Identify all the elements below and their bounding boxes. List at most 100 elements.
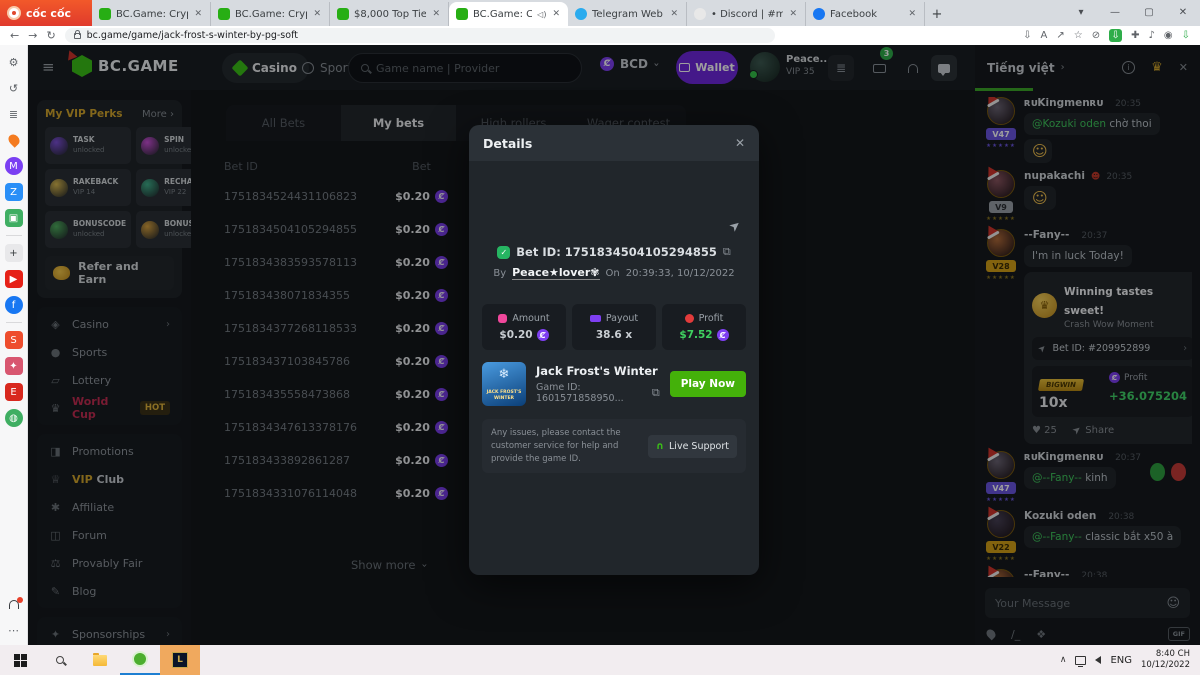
chat-message-input[interactable]: Your Message ☺ bbox=[985, 588, 1190, 618]
chat-username[interactable]: --Fany-- bbox=[1024, 569, 1069, 577]
taskbar-search-icon[interactable] bbox=[40, 645, 80, 675]
more-icon[interactable]: ⋯ bbox=[5, 621, 23, 639]
mail-icon[interactable]: 3 bbox=[866, 55, 892, 81]
translate-icon[interactable]: A bbox=[1041, 30, 1048, 41]
sidebar-item-provably-fair[interactable]: ⚖ Provably Fair bbox=[37, 549, 182, 577]
coin-drop-icon[interactable]: ❖ bbox=[1036, 628, 1046, 641]
modal-close-icon[interactable]: ✕ bbox=[735, 136, 745, 150]
tab-close-icon[interactable]: ✕ bbox=[312, 9, 322, 19]
chat-username[interactable]: ʀᴜKingmenʀᴜ bbox=[1024, 97, 1103, 109]
coccoc-flame-icon[interactable] bbox=[5, 131, 23, 149]
vip-perk-tile[interactable]: RECHARGEVIP 22 bbox=[136, 169, 191, 206]
vip-perk-tile[interactable]: TASKunlocked bbox=[45, 127, 131, 164]
copy-icon[interactable]: ⧉ bbox=[723, 245, 731, 259]
chat-username[interactable]: --Fany-- bbox=[1024, 229, 1069, 241]
reload-icon[interactable]: ↻ bbox=[46, 29, 55, 42]
share-button[interactable]: ➤Share bbox=[1073, 425, 1114, 436]
chat-mention[interactable]: @--Fany-- bbox=[1032, 472, 1082, 484]
share-icon[interactable]: ↗ bbox=[1056, 30, 1064, 41]
volume-icon[interactable] bbox=[1095, 656, 1101, 664]
vip-perk-tile[interactable]: BONUSCODEunlocked bbox=[45, 211, 131, 248]
browser-tab[interactable]: Facebook ◁) ✕ bbox=[806, 2, 925, 26]
sidebar-item-vip-club[interactable]: ♕ VIP Club bbox=[37, 465, 182, 493]
forward-icon[interactable]: → bbox=[28, 29, 37, 42]
reading-list-icon[interactable]: ≣ bbox=[5, 105, 23, 123]
gamepad-icon[interactable]: ▣ bbox=[5, 209, 23, 227]
browser-tab[interactable]: BC.Game: Crypto Cas ◁) ✕ bbox=[449, 2, 568, 26]
bettor-username[interactable]: Peace★lover✾ bbox=[512, 266, 599, 280]
sidebar-item-blog[interactable]: ✎ Blog bbox=[37, 577, 182, 605]
bookmark-star-icon[interactable]: ☆ bbox=[1074, 30, 1083, 41]
gif-button[interactable]: GIF bbox=[1168, 627, 1190, 641]
sidebar-item-promotions[interactable]: ◨ Promotions bbox=[37, 437, 182, 465]
extensions-icon[interactable]: ✚ bbox=[1131, 30, 1139, 41]
chat-username[interactable]: ʀᴜKingmenʀᴜ bbox=[1024, 451, 1103, 463]
language-indicator[interactable]: ENG bbox=[1110, 655, 1132, 666]
avatar[interactable] bbox=[987, 97, 1015, 125]
sidebar-item-world-cup[interactable]: ♛ World Cup HOT bbox=[37, 394, 182, 422]
maximize-button[interactable]: ▢ bbox=[1132, 0, 1166, 26]
chat-toggle-icon[interactable] bbox=[931, 55, 957, 81]
tab-search-icon[interactable]: ▾ bbox=[1064, 0, 1098, 26]
browser-rail-icon[interactable] bbox=[6, 322, 22, 323]
vip-perk-tile[interactable]: RAKEBACKVIP 14 bbox=[45, 169, 131, 206]
browser-tab[interactable]: • Discord | #mod-anno ◁) ✕ bbox=[687, 2, 806, 26]
bets-tab[interactable]: All Bets bbox=[226, 105, 341, 141]
play-now-button[interactable]: Play Now bbox=[670, 371, 746, 397]
browser-tab[interactable]: BC.Game: Crypto Casino ◁) ✕ bbox=[92, 2, 211, 26]
network-icon[interactable] bbox=[1075, 656, 1086, 665]
avatar[interactable] bbox=[987, 229, 1015, 257]
avatar[interactable] bbox=[987, 510, 1015, 538]
live-support-button[interactable]: ∩ Live Support bbox=[648, 435, 737, 458]
notifications-bell-icon[interactable] bbox=[900, 55, 926, 81]
currency-selector[interactable]: Ȼ BCD › bbox=[600, 57, 658, 71]
like-button[interactable]: ♥ 25 bbox=[1032, 425, 1057, 436]
copy-icon[interactable]: ⧉ bbox=[652, 386, 660, 400]
game-app-icon[interactable]: ✦ bbox=[5, 357, 23, 375]
sidebar-item-lottery[interactable]: ▱ Lottery bbox=[37, 366, 182, 394]
tab-close-icon[interactable]: ✕ bbox=[907, 9, 917, 19]
share-icon[interactable]: ➤ bbox=[727, 217, 745, 236]
send-to-device-icon[interactable]: ⇩ bbox=[1023, 30, 1031, 41]
bets-tab[interactable]: My bets bbox=[341, 105, 456, 141]
close-window-button[interactable]: ✕ bbox=[1166, 0, 1200, 26]
tray-expand-icon[interactable]: ∧ bbox=[1060, 655, 1067, 665]
start-button[interactable] bbox=[0, 645, 40, 675]
chat-language-selector[interactable]: Tiếng việt bbox=[987, 61, 1055, 75]
tab-close-icon[interactable]: ✕ bbox=[788, 9, 798, 19]
game-search-input[interactable]: Game name | Provider bbox=[348, 53, 582, 83]
bet-list-icon[interactable]: ≣ bbox=[828, 55, 854, 81]
hamburger-menu-icon[interactable]: ≡ bbox=[42, 58, 55, 76]
tab-close-icon[interactable]: ✕ bbox=[193, 9, 203, 19]
vip-perk-tile[interactable]: SPINunlocked bbox=[136, 127, 191, 164]
downloads-icon[interactable]: ⇩ bbox=[1182, 30, 1190, 41]
game-thumbnail[interactable]: JACK FROST'S WINTER bbox=[482, 362, 526, 406]
profile-icon[interactable]: ◉ bbox=[1164, 30, 1173, 41]
new-tab-button[interactable]: + bbox=[925, 2, 949, 26]
refer-and-earn[interactable]: Refer and Earn bbox=[45, 256, 174, 290]
emoji-picker-icon[interactable]: ☺ bbox=[1166, 596, 1180, 611]
wallet-button[interactable]: Wallet bbox=[676, 51, 738, 84]
browser-tab[interactable]: BC.Game: Crypto Casino ◁) ✕ bbox=[211, 2, 330, 26]
settings-icon[interactable]: ⚙ bbox=[5, 53, 23, 71]
chat-trophy-icon[interactable]: ♛ bbox=[1151, 60, 1163, 75]
avatar[interactable] bbox=[987, 451, 1015, 479]
chat-close-icon[interactable]: ✕ bbox=[1179, 61, 1188, 74]
messenger-icon[interactable]: M bbox=[5, 157, 23, 175]
chat-username[interactable]: Kozuki oden bbox=[1024, 510, 1096, 522]
e-app-icon[interactable]: E bbox=[5, 383, 23, 401]
youtube-icon[interactable]: ▶ bbox=[5, 270, 23, 288]
bcgame-logo[interactable]: BC.GAME bbox=[72, 55, 179, 77]
browser-tab[interactable]: $8,000 Top Tier PGSoft M ◁) ✕ bbox=[330, 2, 449, 26]
sidebar-item-forum[interactable]: ◫ Forum bbox=[37, 521, 182, 549]
sidebar-item-affiliate[interactable]: ✱ Affiliate bbox=[37, 493, 182, 521]
tab-close-icon[interactable]: ✕ bbox=[431, 9, 441, 19]
show-more-button[interactable]: Show more › bbox=[351, 558, 426, 572]
chat-username[interactable]: nupakachi bbox=[1024, 170, 1085, 182]
avatar[interactable] bbox=[987, 569, 1015, 577]
vip-perks-more[interactable]: More › bbox=[142, 109, 174, 120]
vip-perk-tile[interactable]: BONUSunlocked bbox=[136, 211, 191, 248]
user-avatar[interactable] bbox=[750, 52, 780, 82]
sidebar-item-sports[interactable]: ● Sports bbox=[37, 338, 182, 366]
browser-rail-icon[interactable] bbox=[6, 235, 22, 236]
